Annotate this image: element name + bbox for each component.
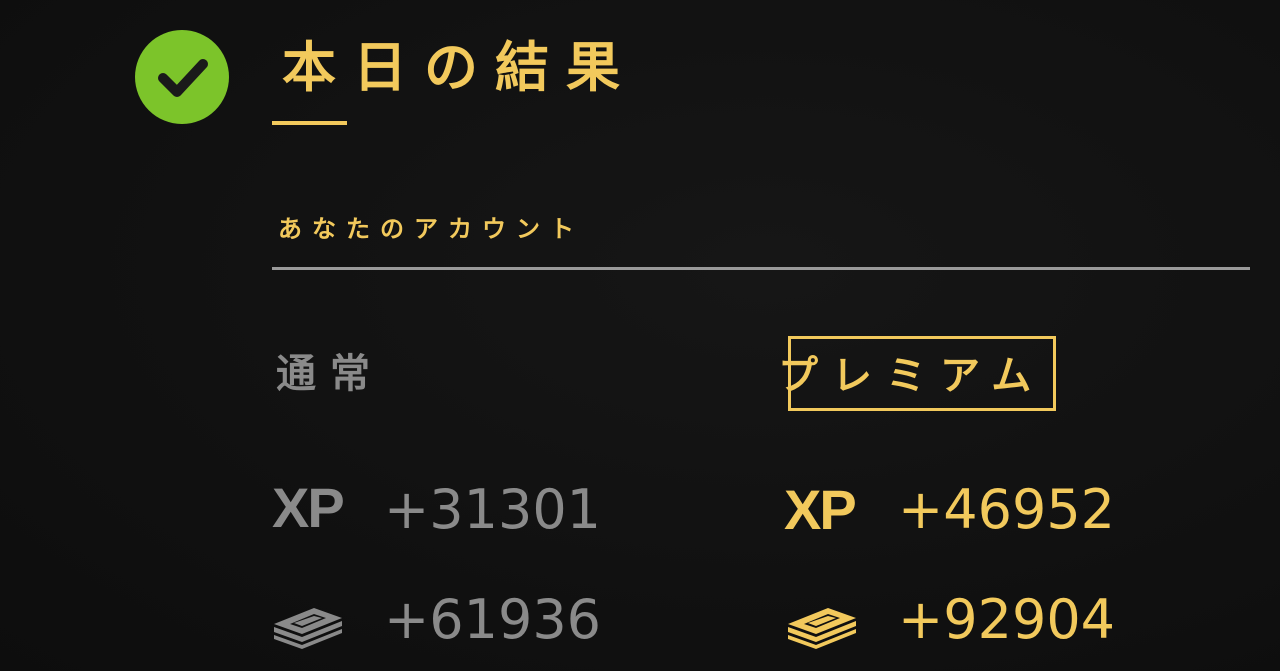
normal-xp-value: +31301: [384, 478, 602, 541]
normal-column-title: 通常: [276, 351, 384, 397]
title-underline: [272, 121, 347, 125]
account-section-label: あなたのアカウント: [278, 215, 584, 243]
xp-icon: XP: [272, 476, 345, 539]
cash-stack-icon: [784, 594, 860, 650]
premium-xp-value: +46952: [898, 478, 1116, 541]
section-divider: [272, 267, 1250, 270]
premium-column-title: プレミアム: [778, 353, 1046, 399]
xp-icon: XP: [784, 478, 857, 541]
premium-cash-value: +92904: [898, 588, 1116, 651]
cash-stack-icon: [270, 594, 346, 650]
page-title: 本日の結果: [282, 36, 637, 99]
results-screen: 本日の結果 あなたのアカウント 通常 XP +31301 +61936 プレミア…: [0, 0, 1280, 671]
check-icon: [135, 30, 229, 124]
normal-cash-value: +61936: [384, 588, 602, 651]
